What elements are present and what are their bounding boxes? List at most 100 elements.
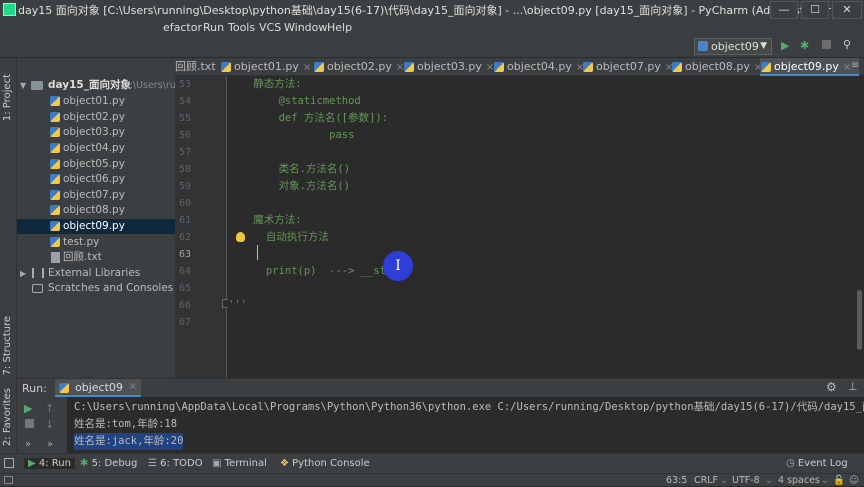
tab-object09[interactable]: object09.py × bbox=[760, 58, 860, 76]
scroll-down-icon[interactable]: ↓ bbox=[45, 418, 54, 431]
tree-item-huigu[interactable]: 回顾.txt bbox=[17, 250, 175, 265]
menu-help[interactable]: Help bbox=[327, 21, 352, 34]
run-configuration-select[interactable]: object09 ▼ bbox=[694, 38, 772, 55]
cursor-position[interactable]: 63:5 bbox=[666, 474, 687, 487]
stop-icon[interactable] bbox=[822, 40, 831, 49]
status-toggle-icon[interactable] bbox=[4, 476, 13, 484]
gear-icon[interactable]: ⚙ bbox=[826, 380, 837, 394]
line-number: 65 bbox=[178, 283, 191, 294]
run-panel-header: Run: object09 × ⚙ ⊥ bbox=[17, 378, 864, 397]
line-number: 62 bbox=[178, 232, 191, 243]
python-file-icon bbox=[494, 62, 504, 72]
menu-refactor[interactable]: efactor bbox=[163, 21, 202, 34]
scratches-icon bbox=[32, 284, 43, 293]
tree-item-object06[interactable]: object06.py bbox=[17, 172, 175, 187]
event-log-button[interactable]: ◷ Event Log bbox=[786, 458, 848, 469]
tab-label: object04.py bbox=[507, 60, 572, 73]
file-label: 回顾.txt bbox=[63, 251, 102, 263]
scroll-up-icon[interactable]: ↑ bbox=[45, 402, 54, 415]
editor-tab-bar: 回顾.txt × object01.py × object02.py× object… bbox=[175, 58, 864, 76]
run-config-tab[interactable]: object09 × bbox=[55, 379, 141, 397]
external-libraries-label: External Libraries bbox=[48, 267, 141, 279]
code-editor[interactable]: 静态方法: @staticmethod def 方法名([参数]): pass … bbox=[228, 76, 854, 378]
chevron-down-icon: ▼ bbox=[760, 41, 767, 51]
minimize-button[interactable]: — bbox=[770, 1, 798, 19]
tab-python-console[interactable]: ❖ Python Console bbox=[280, 458, 370, 469]
python-file-icon bbox=[50, 143, 60, 153]
tree-item-object09[interactable]: object09.py bbox=[17, 219, 175, 234]
debug-icon[interactable]: ✱ bbox=[800, 39, 809, 52]
python-file-icon bbox=[314, 62, 324, 72]
lightbulb-icon[interactable] bbox=[236, 232, 245, 242]
inspector-icon[interactable]: ☺ bbox=[849, 474, 859, 487]
expand-icon[interactable]: » bbox=[25, 439, 31, 450]
expand-icon[interactable]: » bbox=[47, 439, 53, 450]
tab-debug[interactable]: ✱ 5: Debug bbox=[80, 458, 137, 469]
mouse-cursor-highlight-icon: I bbox=[383, 251, 413, 281]
stop-icon[interactable] bbox=[25, 419, 34, 428]
tab-object03[interactable]: object03.py × bbox=[403, 58, 494, 76]
tab-object01[interactable]: object01.py × bbox=[220, 58, 311, 76]
line-number: 55 bbox=[178, 113, 191, 124]
scrollbar-thumb[interactable] bbox=[857, 290, 862, 350]
tabs-overflow-icon[interactable]: ≡ bbox=[851, 60, 859, 71]
menu-vcs[interactable]: VCS bbox=[259, 21, 281, 34]
tab-object04[interactable]: object04.py × bbox=[493, 58, 584, 76]
tab-todo[interactable]: ☰ 6: TODO bbox=[148, 458, 203, 469]
line-number: 56 bbox=[178, 130, 191, 141]
structure-tool-tab[interactable]: 7: Structure bbox=[2, 316, 13, 375]
tree-item-object01[interactable]: object01.py bbox=[17, 94, 175, 109]
search-icon[interactable]: ⚲ bbox=[843, 38, 851, 51]
menu-bar: efactor Run Tools VCS Window Help bbox=[0, 20, 864, 36]
left-tool-stripe: 1: Project 7: Structure 2: Favorites bbox=[0, 58, 17, 453]
lock-icon[interactable]: 🔓 bbox=[833, 474, 845, 487]
project-tool-tab[interactable]: 1: Project bbox=[2, 74, 13, 121]
console-output[interactable]: C:\Users\running\AppData\Local\Programs\… bbox=[67, 397, 864, 453]
tree-item-object05[interactable]: object05.py bbox=[17, 157, 175, 172]
code-line: 类名.方法名() bbox=[228, 163, 351, 175]
tree-item-object03[interactable]: object03.py bbox=[17, 125, 175, 140]
tab-terminal[interactable]: ▣ Terminal bbox=[212, 458, 267, 469]
rerun-icon[interactable]: ▶ bbox=[24, 402, 32, 415]
tab-run[interactable]: ▶ 4: Run bbox=[24, 458, 75, 469]
console-line: C:\Users\running\AppData\Local\Programs\… bbox=[74, 401, 864, 413]
close-button[interactable]: ✕ bbox=[832, 1, 862, 19]
python-file-icon bbox=[404, 62, 414, 72]
event-log-label: Event Log bbox=[797, 458, 848, 469]
python-file-icon bbox=[698, 41, 708, 51]
menu-run[interactable]: Run bbox=[203, 21, 224, 34]
close-icon[interactable]: × bbox=[129, 381, 137, 392]
tree-item-object02[interactable]: object02.py bbox=[17, 110, 175, 125]
maximize-button[interactable]: ☐ bbox=[801, 1, 829, 19]
indent-setting[interactable]: 4 spaces bbox=[778, 474, 820, 487]
tree-item-object04[interactable]: object04.py bbox=[17, 141, 175, 156]
tool-windows-toggle-icon[interactable] bbox=[4, 458, 14, 468]
tree-external-libraries[interactable]: ▶ External Libraries bbox=[17, 266, 175, 281]
tree-item-object07[interactable]: object07.py bbox=[17, 188, 175, 203]
file-encoding[interactable]: UTF-8 bbox=[732, 474, 760, 487]
tab-object07[interactable]: object07.py × bbox=[582, 58, 673, 76]
close-icon[interactable]: × bbox=[303, 62, 311, 73]
tree-item-object08[interactable]: object08.py bbox=[17, 203, 175, 218]
line-number: 58 bbox=[178, 164, 191, 175]
tree-scratches[interactable]: Scratches and Consoles bbox=[17, 281, 175, 296]
file-label: object08.py bbox=[63, 204, 125, 216]
library-icon bbox=[32, 268, 44, 278]
run-icon[interactable]: ▶ bbox=[781, 39, 789, 52]
tab-label: object02.py bbox=[327, 60, 392, 73]
chevron-down-icon: ▼ bbox=[20, 81, 27, 90]
minimize-panel-icon[interactable]: ⊥ bbox=[848, 380, 858, 393]
menu-tools[interactable]: Tools bbox=[228, 21, 255, 34]
file-label: object03.py bbox=[63, 126, 125, 138]
line-separator[interactable]: CRLF bbox=[694, 474, 718, 487]
tab-python-console-label: Python Console bbox=[292, 458, 370, 469]
line-number: 57 bbox=[178, 147, 191, 158]
editor-scrollbar[interactable] bbox=[855, 76, 864, 378]
tree-root-folder[interactable]: ▼ day15_面向对象 C:\Users\running bbox=[17, 78, 175, 93]
favorites-tool-tab[interactable]: 2: Favorites bbox=[2, 388, 13, 446]
tab-object02[interactable]: object02.py × bbox=[313, 58, 404, 76]
menu-window[interactable]: Window bbox=[284, 21, 327, 34]
tree-item-test[interactable]: test.py bbox=[17, 235, 175, 250]
tab-object08[interactable]: object08.py × bbox=[671, 58, 762, 76]
title-bar: day15 面向对象 [C:\Users\running\Desktop\pyt… bbox=[0, 0, 864, 20]
